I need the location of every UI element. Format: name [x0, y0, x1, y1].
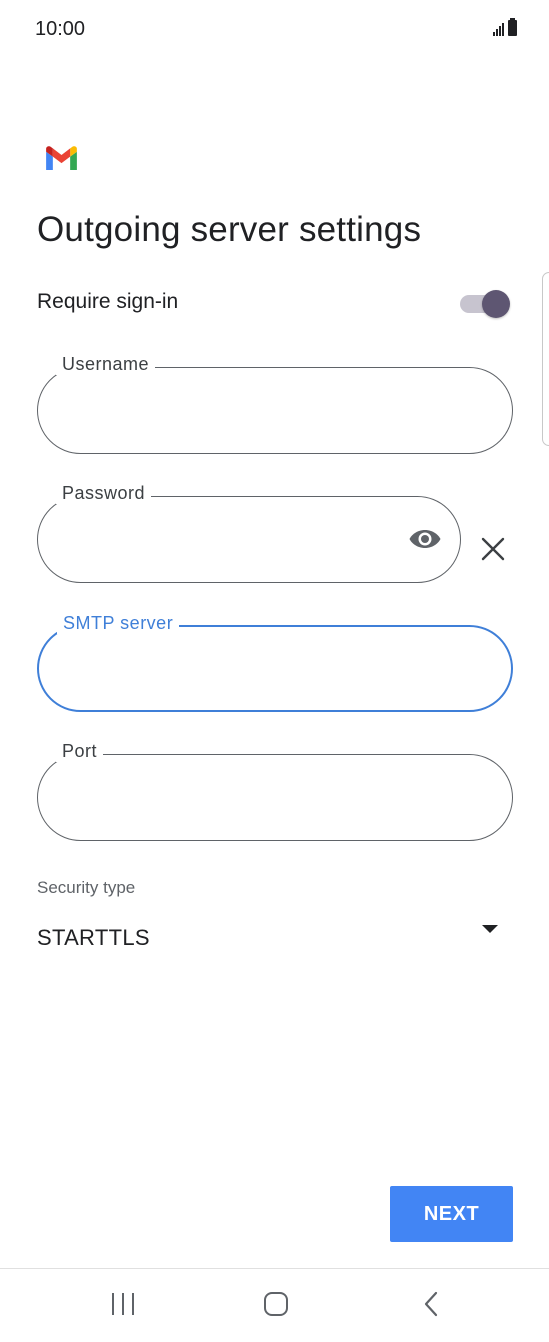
security-type-dropdown[interactable]: STARTTLS: [37, 915, 502, 959]
smtp-server-input[interactable]: [63, 655, 487, 687]
smtp-server-label: SMTP server: [57, 613, 180, 634]
back-icon[interactable]: [418, 1290, 448, 1318]
gmail-logo-icon: [46, 146, 77, 171]
nav-divider: [0, 1268, 549, 1269]
username-label: Username: [56, 354, 156, 375]
battery-icon: [508, 18, 517, 36]
clear-password-icon[interactable]: [480, 536, 506, 562]
page-title: Outgoing server settings: [37, 210, 422, 249]
signal-icon: [493, 20, 504, 36]
edge-panel-handle[interactable]: [542, 272, 549, 446]
outgoing-server-settings-screen: 10:00 Outgoing server settings Require s…: [0, 0, 549, 1342]
password-label: Password: [56, 483, 152, 504]
home-icon[interactable]: [261, 1290, 291, 1318]
security-type-label: Security type: [37, 878, 136, 897]
require-signin-label: Require sign-in: [37, 290, 179, 313]
security-type-value: STARTTLS: [37, 925, 150, 950]
recents-icon[interactable]: [108, 1290, 138, 1318]
status-time: 10:00: [35, 18, 86, 40]
dropdown-arrow-icon: [482, 925, 498, 933]
port-input[interactable]: [62, 783, 488, 815]
next-button[interactable]: NEXT: [390, 1186, 513, 1242]
password-input[interactable]: [62, 525, 396, 557]
username-input[interactable]: [62, 396, 488, 428]
smtp-server-field[interactable]: SMTP server: [37, 613, 513, 712]
eye-icon[interactable]: [408, 527, 442, 551]
username-field[interactable]: Username: [37, 354, 513, 454]
port-label: Port: [56, 741, 104, 762]
status-icons: [493, 18, 517, 36]
password-field[interactable]: Password: [37, 483, 461, 583]
toggle-thumb: [482, 290, 510, 318]
port-field[interactable]: Port: [37, 741, 513, 841]
require-signin-toggle[interactable]: [458, 290, 510, 318]
